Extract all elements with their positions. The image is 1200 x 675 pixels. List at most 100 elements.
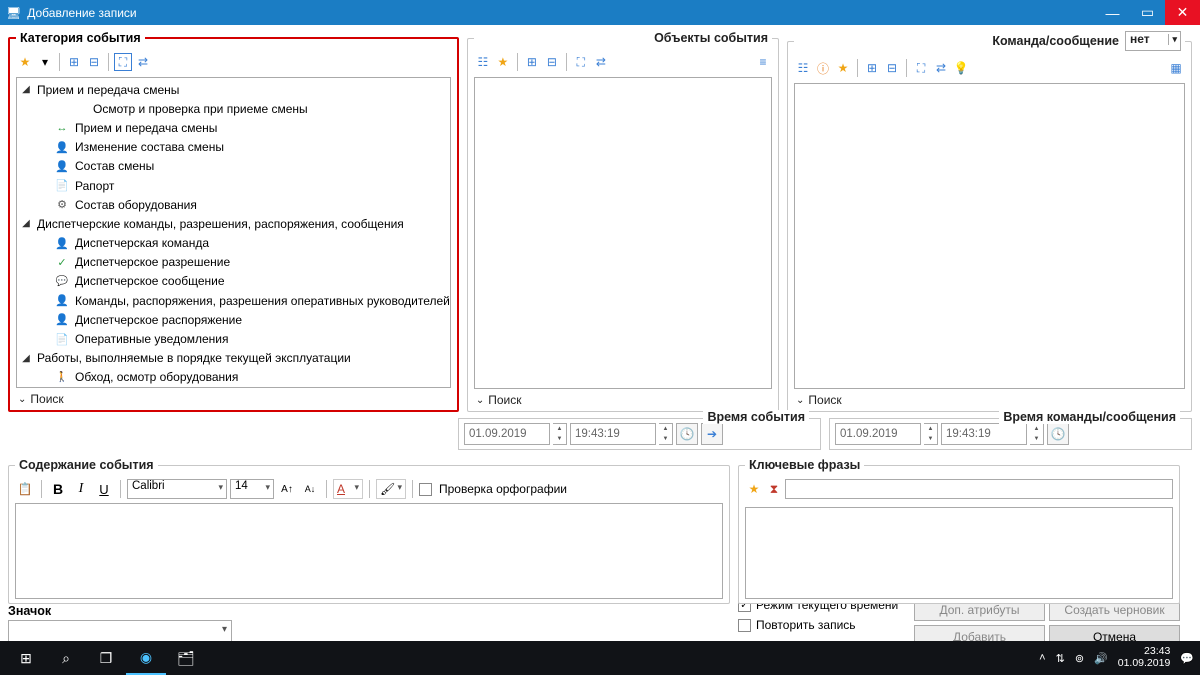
bold-button[interactable]: B	[48, 479, 68, 499]
fullscreen-icon[interactable]: ⛶	[912, 59, 930, 77]
tray-clock[interactable]: 23:43 01.09.2019	[1118, 646, 1171, 669]
command-date-input[interactable]: 01.09.2019	[835, 423, 921, 445]
tree-row[interactable]: ◢Работы, выполняемые в порядке текущей э…	[21, 349, 450, 368]
command-search[interactable]: ⌄ Поиск	[794, 389, 1185, 407]
expander-icon	[39, 276, 49, 286]
tree-row[interactable]: Диспетчерская команда	[21, 234, 450, 253]
minimize-button[interactable]: —	[1095, 0, 1130, 25]
repeat-option[interactable]: Повторить запись	[738, 618, 908, 632]
command-select[interactable]: нет	[1125, 31, 1181, 51]
tree-item-icon	[55, 332, 69, 346]
tree-item-icon	[55, 294, 69, 308]
app-2-icon[interactable]: 🗂	[166, 641, 206, 675]
font-select[interactable]: Calibri	[127, 479, 227, 499]
maximize-button[interactable]: ▭	[1130, 0, 1165, 25]
tree-row[interactable]: ◢Прием и передача смены	[21, 80, 450, 99]
keyphrase-input[interactable]	[785, 479, 1173, 499]
search-label: Поиск	[488, 393, 521, 407]
tree-row[interactable]: Осмотр и проверка при приеме смены	[21, 99, 450, 118]
tree-row[interactable]: Команды, распоряжения, разрешения операт…	[21, 291, 450, 310]
collapse-all-icon[interactable]: ⊟	[883, 59, 901, 77]
tree-row[interactable]: Диспетчерское разрешение	[21, 253, 450, 272]
font-color-button[interactable]: A	[333, 479, 363, 499]
tree-row[interactable]: Диспетчерское распоряжение	[21, 310, 450, 329]
tray-up-icon[interactable]: ˄	[1039, 652, 1045, 664]
date-spinner[interactable]: ▲▼	[924, 423, 938, 445]
dropdown-icon[interactable]: ▾	[36, 53, 54, 71]
tree-item-icon	[55, 179, 69, 193]
collapse-all-icon[interactable]: ⊟	[85, 53, 103, 71]
spellcheck-checkbox[interactable]	[419, 483, 432, 496]
date-spinner[interactable]: ▲▼	[553, 423, 567, 445]
event-time-input[interactable]: 19:43:19	[570, 423, 656, 445]
expand-all-icon[interactable]: ⊞	[863, 59, 881, 77]
objects-list[interactable]	[474, 77, 772, 389]
repeat-checkbox[interactable]	[738, 619, 751, 632]
tree-row[interactable]: Диспетчерское сообщение	[21, 272, 450, 291]
time-spinner[interactable]: ▲▼	[1030, 423, 1044, 445]
clock-icon[interactable]: 🕓	[676, 423, 698, 445]
taskview-icon[interactable]: ❐	[86, 641, 126, 675]
tree-row[interactable]: Обход, осмотр оборудования	[21, 368, 450, 387]
shrink-font-icon[interactable]: A↓	[300, 479, 320, 499]
paste-icon[interactable]: 📋	[15, 479, 35, 499]
command-list[interactable]	[794, 83, 1185, 389]
highlight-button[interactable]: 🖌	[376, 479, 406, 499]
expander-icon[interactable]: ◢	[21, 219, 31, 229]
underline-button[interactable]: U	[94, 479, 114, 499]
app-1-icon[interactable]: ◉	[126, 641, 166, 675]
objects-search[interactable]: ⌄ Поиск	[474, 389, 772, 407]
arrow-right-icon[interactable]: ➔	[701, 423, 723, 445]
bulb-icon[interactable]: 💡	[952, 59, 970, 77]
content-editor[interactable]	[15, 503, 723, 599]
start-button[interactable]: ⊞	[6, 641, 46, 675]
tree-row[interactable]: Рапорт	[21, 176, 450, 195]
tree-row[interactable]: ◢Диспетчерские команды, разрешения, расп…	[21, 214, 450, 233]
close-button[interactable]: ✕	[1165, 0, 1200, 25]
favorite-icon[interactable]: ★	[16, 53, 34, 71]
tree-icon[interactable]: ⇄	[932, 59, 950, 77]
expand-all-icon[interactable]: ⊞	[523, 53, 541, 71]
fullscreen-icon[interactable]: ⛶	[114, 53, 132, 71]
italic-button[interactable]: I	[71, 479, 91, 499]
tree-view-icon[interactable]: ☷	[474, 53, 492, 71]
expand-all-icon[interactable]: ⊞	[65, 53, 83, 71]
network-icon[interactable]: ⇅	[1056, 652, 1065, 665]
favorite-icon[interactable]: ★	[494, 53, 512, 71]
fullscreen-icon[interactable]: ⛶	[572, 53, 590, 71]
info-icon[interactable]: ⓘ	[814, 59, 832, 77]
expander-icon[interactable]: ◢	[21, 353, 31, 363]
expander-icon	[39, 200, 49, 210]
favorite-icon[interactable]: ★	[745, 480, 763, 498]
icon-select[interactable]	[8, 620, 232, 642]
tree-row[interactable]: Состав оборудования	[21, 195, 450, 214]
category-tree[interactable]: ◢Прием и передача сменыОсмотр и проверка…	[16, 77, 451, 388]
tree-row[interactable]: Прием и передача смены	[21, 118, 450, 137]
event-date-input[interactable]: 01.09.2019	[464, 423, 550, 445]
time-spinner[interactable]: ▲▼	[659, 423, 673, 445]
expander-icon[interactable]: ◢	[21, 85, 31, 95]
grow-font-icon[interactable]: A↑	[277, 479, 297, 499]
wifi-icon[interactable]: ⊚	[1075, 652, 1084, 665]
tree-row[interactable]: Изменение состава смены	[21, 138, 450, 157]
clock-icon[interactable]: 🕓	[1047, 423, 1069, 445]
list-icon[interactable]: ≡	[754, 53, 772, 71]
keyphrases-list[interactable]	[745, 507, 1173, 599]
command-time-input[interactable]: 19:43:19	[941, 423, 1027, 445]
tree-view-icon[interactable]: ☷	[794, 59, 812, 77]
search-icon[interactable]: ⌕	[46, 641, 86, 675]
tree-icon[interactable]: ⇄	[592, 53, 610, 71]
size-select[interactable]: 14	[230, 479, 274, 499]
category-search[interactable]: ⌄ Поиск	[16, 388, 451, 406]
tree-row[interactable]: Оперативные уведомления	[21, 329, 450, 348]
tree-icon[interactable]: ⇄	[134, 53, 152, 71]
command-title: Команда/сообщение	[992, 34, 1119, 48]
notifications-icon[interactable]: 💬	[1180, 652, 1194, 665]
favorite-icon[interactable]: ★	[834, 59, 852, 77]
sound-icon[interactable]: 🔊	[1094, 652, 1108, 665]
clear-filter-icon[interactable]: ⧗	[765, 480, 783, 498]
tree-row[interactable]: Состав смены	[21, 157, 450, 176]
icon-section-label: Значок	[8, 604, 730, 618]
collapse-all-icon[interactable]: ⊟	[543, 53, 561, 71]
grid-icon[interactable]: ▦	[1167, 59, 1185, 77]
